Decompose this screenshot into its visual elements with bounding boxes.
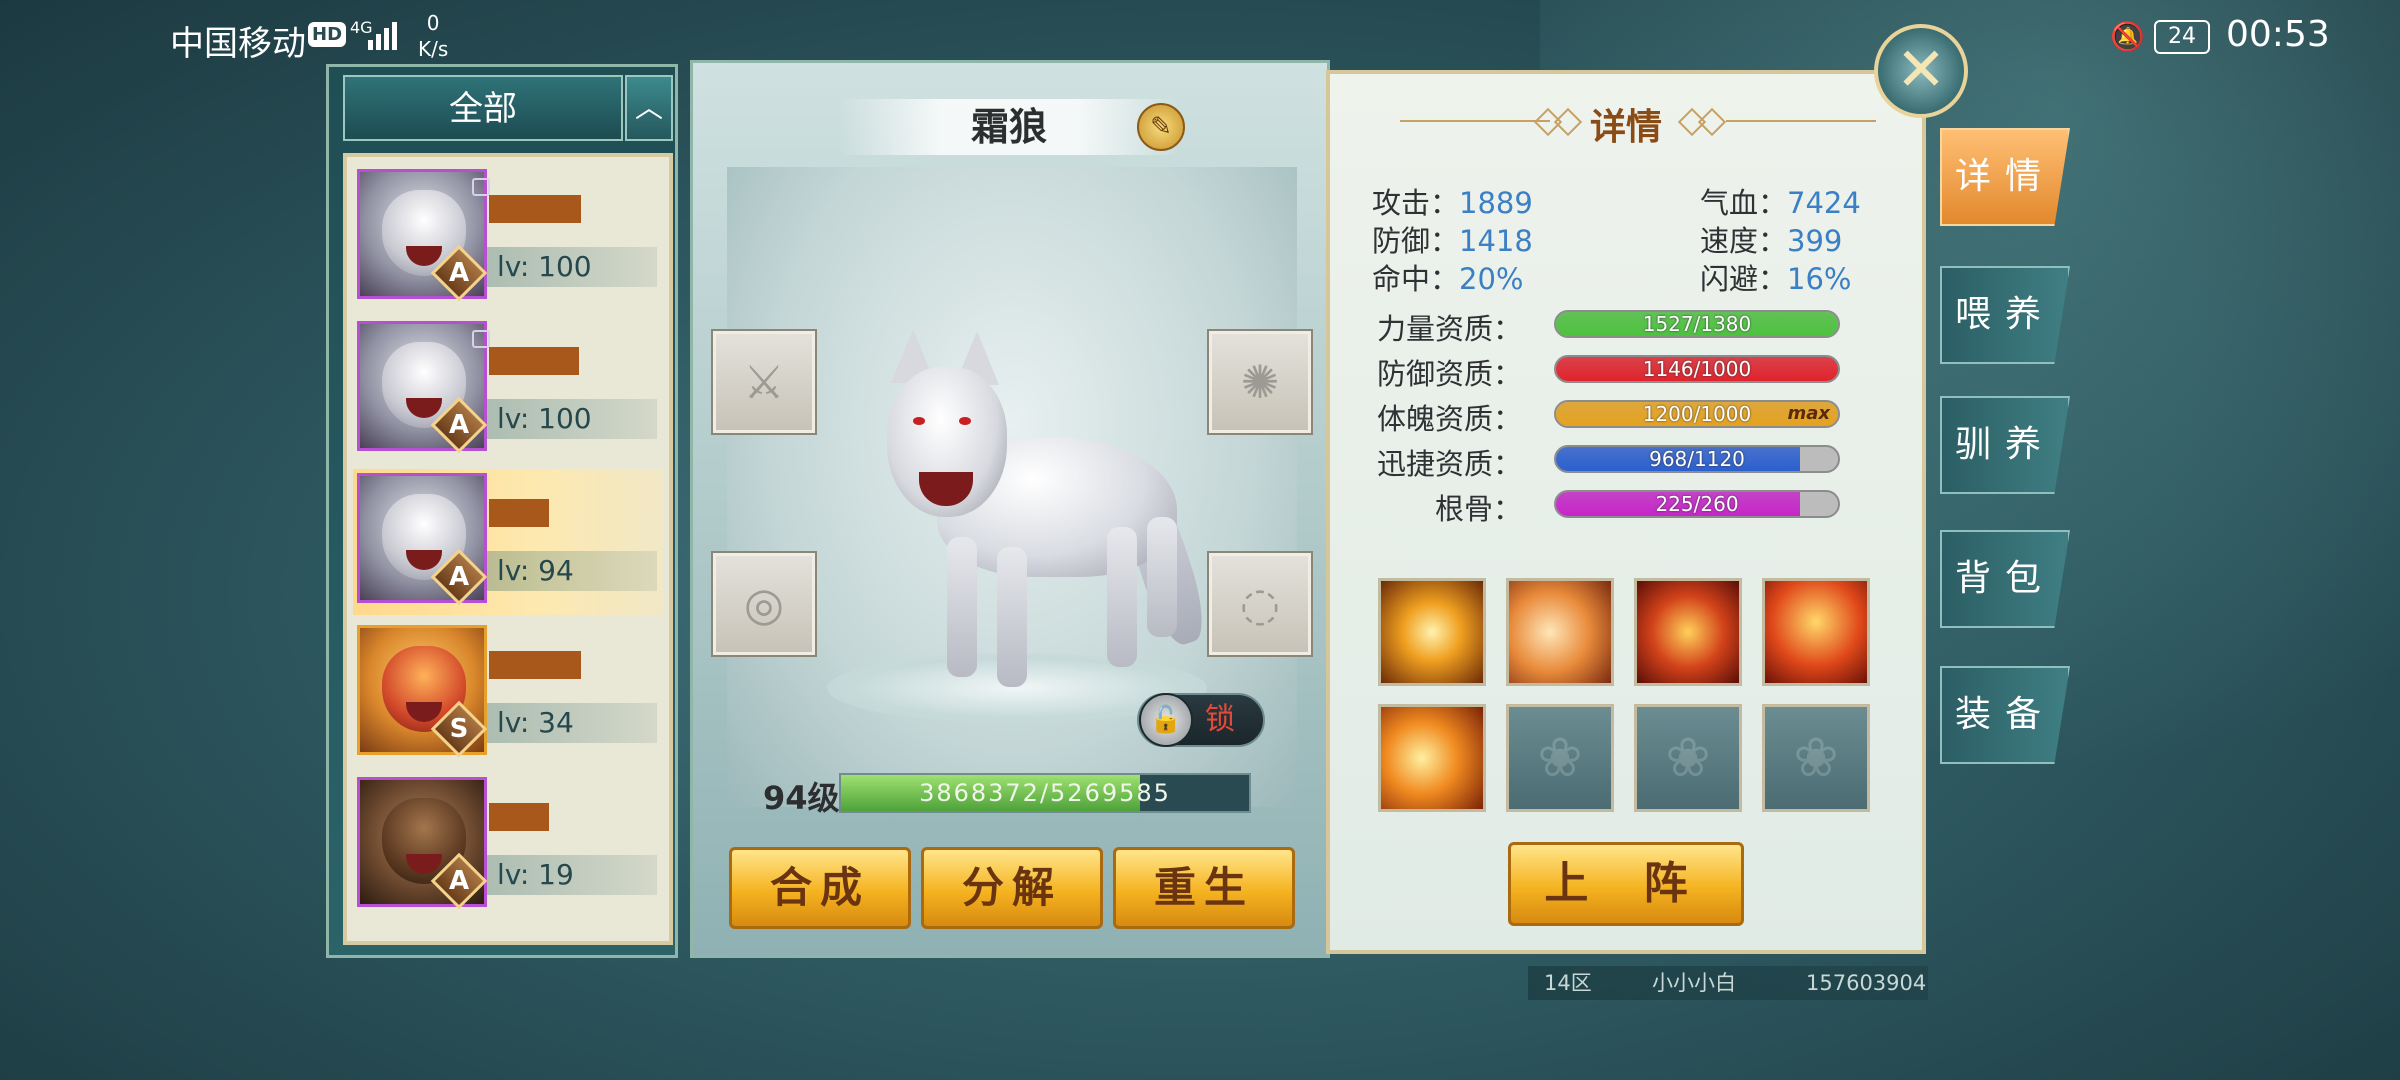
net-speed: 0 K/s: [418, 10, 448, 62]
tab-details[interactable]: 详情: [1940, 128, 2070, 226]
rebirth-button[interactable]: 重生: [1113, 847, 1295, 929]
tab-feed[interactable]: 喂养: [1940, 266, 2070, 364]
skill-slot-5[interactable]: [1378, 704, 1486, 812]
pet-level: lv: 19: [487, 855, 657, 895]
synthesize-button[interactable]: 合成: [729, 847, 911, 929]
skill-slot-empty[interactable]: ❀: [1634, 704, 1742, 812]
skill-slot-empty[interactable]: ❀: [1762, 704, 1870, 812]
stat-defense: 防御：1418: [1372, 224, 1533, 258]
skill-slot-3[interactable]: [1634, 578, 1742, 686]
lock-label: 锁: [1205, 702, 1235, 737]
quality-bar-root: 225/260: [1554, 490, 1840, 518]
tab-bag[interactable]: 背包: [1940, 530, 2070, 628]
close-icon[interactable]: ✕: [1874, 24, 1968, 118]
decompose-button[interactable]: 分解: [921, 847, 1103, 929]
pet-list-item[interactable]: S lv: 34: [353, 621, 663, 767]
carrier-name: 中国移动: [170, 24, 306, 64]
pet-list[interactable]: A lv: 100 A lv: 100 A lv: 94 S lv: 34 A …: [343, 153, 673, 945]
stat-speed: 速度：399: [1700, 224, 1843, 258]
lock-icon: [472, 330, 490, 348]
server-label: 14区: [1544, 971, 1592, 995]
stat-dodge: 闪避：16%: [1700, 262, 1852, 296]
quality-label: 根骨：: [1434, 492, 1522, 526]
hd-badge: HD: [308, 22, 347, 47]
pet-list-item[interactable]: A lv: 19: [353, 773, 663, 919]
battery-icon: 24: [2154, 20, 2210, 54]
quality-label: 力量资质：: [1376, 312, 1522, 346]
lock-icon: [472, 178, 490, 196]
pet-level-label: 94级: [763, 779, 840, 817]
pet-name: 霜狼: [970, 105, 1047, 149]
pet-level: lv: 94: [487, 551, 657, 591]
tab-equipment[interactable]: 装备: [1940, 666, 2070, 764]
net-speed-value: 0: [426, 11, 440, 35]
pet-display-panel: 霜狼 ✎ ⚔ ✺ ◎ ◌ 🔓 锁 94级 3868372/5269585 合成 …: [690, 60, 1330, 958]
quality-bar-defense: 1146/1000: [1554, 355, 1840, 383]
equip-slot-armor[interactable]: ✺: [1209, 331, 1311, 433]
pet-level: lv: 100: [487, 399, 657, 439]
equip-slot-ring[interactable]: ◌: [1209, 553, 1311, 655]
wolf-leg: [947, 537, 977, 677]
pet-name-redacted: [489, 347, 579, 375]
quality-label: 迅捷资质：: [1376, 447, 1522, 481]
stat-hit: 命中：20%: [1372, 262, 1524, 296]
pet-name-redacted: [489, 499, 549, 527]
player-name: 小小小白: [1652, 971, 1736, 995]
lock-button[interactable]: 🔓 锁: [1137, 693, 1265, 747]
wolf-leg: [1147, 517, 1177, 637]
stat-attack: 攻击：1889: [1372, 186, 1533, 220]
exp-text: 3868372/5269585: [919, 779, 1171, 807]
pet-list-item[interactable]: A lv: 100: [353, 317, 663, 463]
skill-slot-empty[interactable]: ❀: [1506, 704, 1614, 812]
wolf-eye: [913, 417, 925, 425]
details-title: 详情: [1589, 107, 1662, 148]
pet-name-redacted: [489, 651, 581, 679]
equip-slot-necklace[interactable]: ◎: [713, 553, 815, 655]
collapse-arrow-icon[interactable]: ︿: [625, 75, 673, 141]
max-tag: max: [1787, 403, 1830, 424]
pet-level: lv: 34: [487, 703, 657, 743]
pet-name-redacted: [489, 195, 581, 223]
quality-label: 体魄资质：: [1376, 402, 1522, 436]
wolf-eye: [959, 417, 971, 425]
player-info-bar: 14区 小小小白 157603904: [1528, 966, 1928, 1000]
quality-bar-physique: 1200/1000 max: [1554, 400, 1840, 428]
filter-all-tab[interactable]: 全部: [343, 75, 623, 141]
pet-list-item-selected[interactable]: A lv: 94: [353, 469, 663, 615]
net-speed-unit: K/s: [418, 37, 449, 61]
pet-list-panel: 全部 ︿ A lv: 100 A lv: 100 A lv: 94 S lv: …: [326, 64, 678, 958]
quality-bar-strength: 1527/1380: [1554, 310, 1840, 338]
edit-name-icon[interactable]: ✎: [1137, 103, 1185, 151]
title-ornament: [1726, 120, 1876, 122]
quality-bar-agility: 968/1120: [1554, 445, 1840, 473]
pet-name-redacted: [489, 803, 549, 831]
pet-list-item[interactable]: A lv: 100: [353, 165, 663, 311]
skill-slot-1[interactable]: [1378, 578, 1486, 686]
quality-label: 防御资质：: [1376, 357, 1522, 391]
equip-slot-weapon[interactable]: ⚔: [713, 331, 815, 433]
clock: 00:53: [2226, 14, 2330, 55]
tab-train[interactable]: 驯养: [1940, 396, 2070, 494]
deploy-button[interactable]: 上 阵: [1508, 842, 1744, 926]
skill-slot-4[interactable]: [1762, 578, 1870, 686]
player-id: 157603904: [1806, 971, 1927, 995]
wolf-leg: [1107, 527, 1137, 667]
bell-muted-icon: 🔕: [2110, 20, 2145, 53]
wolf-leg: [997, 547, 1027, 687]
skill-slot-2[interactable]: [1506, 578, 1614, 686]
stat-hp: 气血：7424: [1700, 186, 1861, 220]
padlock-icon: 🔓: [1139, 693, 1193, 747]
exp-bar: 3868372/5269585: [839, 773, 1251, 813]
pet-level: lv: 100: [487, 247, 657, 287]
details-panel: 详情 攻击：1889 气血：7424 防御：1418 速度：399 命中：20%…: [1326, 70, 1926, 954]
signal-icon: [368, 18, 404, 50]
